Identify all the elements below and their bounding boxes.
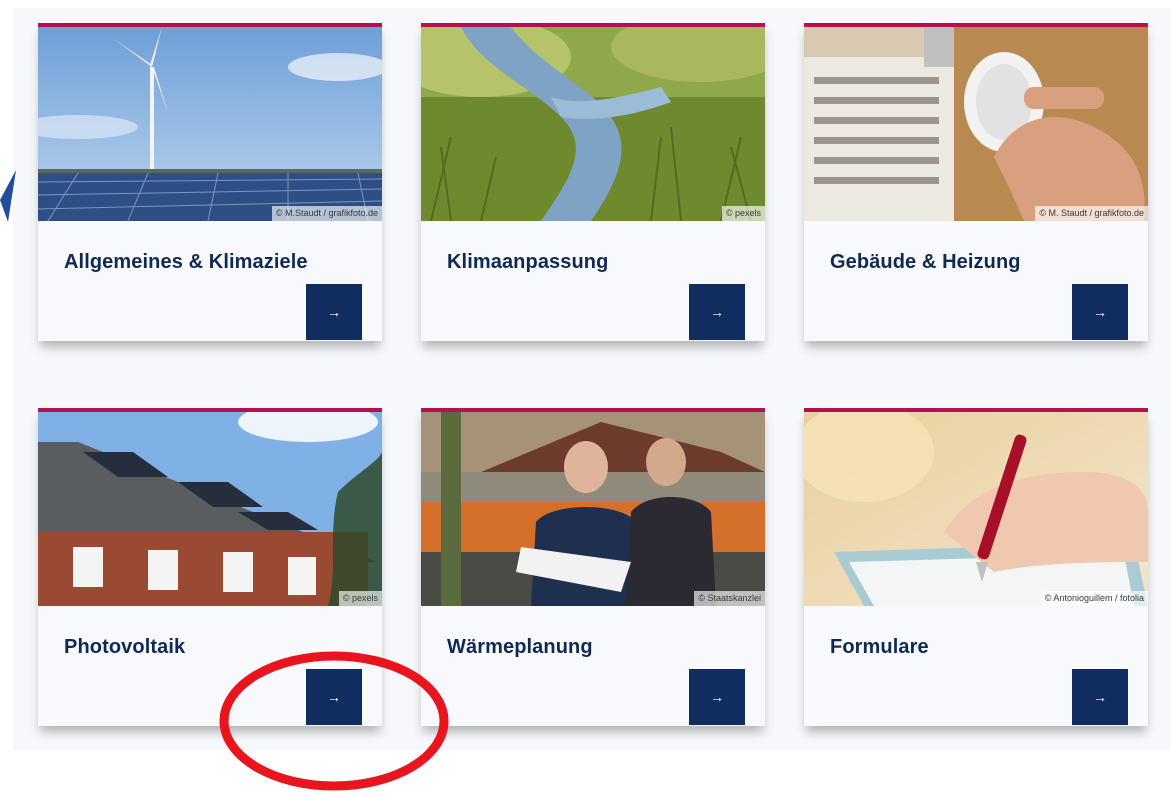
house-solar-roof-photo-icon (38, 412, 382, 606)
card-arrow-button[interactable]: → (306, 284, 362, 340)
image-credit: © Antonioguillem / fotolia (1040, 591, 1148, 606)
card-gebaeude-heizung[interactable]: © M. Staudt / grafikfoto.de Gebäude & He… (804, 23, 1148, 341)
card-waermeplanung[interactable]: © Staatskanzlei Wärmeplanung → (421, 408, 765, 726)
card-title[interactable]: Wärmeplanung (447, 636, 593, 659)
image-credit: © M. Staudt / grafikfoto.de (1035, 206, 1148, 221)
side-arrow-icon (0, 170, 16, 222)
card-arrow-button[interactable]: → (689, 669, 745, 725)
card-arrow-button[interactable]: → (689, 284, 745, 340)
arrow-right-icon: → (327, 689, 341, 705)
arrow-right-icon: → (1093, 304, 1107, 320)
card-formulare[interactable]: © Antonioguillem / fotolia Formulare → (804, 408, 1148, 726)
card-title[interactable]: Formulare (830, 636, 929, 659)
stream-meadow-photo-icon (421, 27, 765, 221)
card-image: © Antonioguillem / fotolia (804, 412, 1148, 606)
arrow-right-icon: → (1093, 689, 1107, 705)
card-image: © M.Staudt / grafikfoto.de (38, 27, 382, 221)
pen-writing-photo-icon (804, 412, 1148, 606)
card-title[interactable]: Klimaanpassung (447, 251, 608, 274)
image-credit: © pexels (338, 591, 382, 606)
radiator-thermostat-photo-icon (804, 27, 1148, 221)
card-title[interactable]: Gebäude & Heizung (830, 251, 1021, 274)
image-credit: © Staatskanzlei (694, 591, 765, 606)
card-photovoltaik[interactable]: © pexels Photovoltaik → (38, 408, 382, 726)
card-arrow-button[interactable]: → (1072, 284, 1128, 340)
card-arrow-button[interactable]: → (306, 669, 362, 725)
card-title[interactable]: Photovoltaik (64, 636, 185, 659)
two-men-plans-photo-icon (421, 412, 765, 606)
card-image: © pexels (38, 412, 382, 606)
card-image: © Staatskanzlei (421, 412, 765, 606)
card-klimaanpassung[interactable]: © pexels Klimaanpassung → (421, 23, 765, 341)
card-image: © M. Staudt / grafikfoto.de (804, 27, 1148, 221)
image-credit: © M.Staudt / grafikfoto.de (271, 206, 382, 221)
image-credit: © pexels (721, 206, 765, 221)
card-title[interactable]: Allgemeines & Klimaziele (64, 251, 308, 274)
card-image: © pexels (421, 27, 765, 221)
arrow-right-icon: → (327, 304, 341, 320)
card-arrow-button[interactable]: → (1072, 669, 1128, 725)
card-allgemeines-klimaziele[interactable]: © M.Staudt / grafikfoto.de Allgemeines &… (38, 23, 382, 341)
wind-solar-photo-icon (38, 27, 382, 221)
arrow-right-icon: → (710, 689, 724, 705)
arrow-right-icon: → (710, 304, 724, 320)
